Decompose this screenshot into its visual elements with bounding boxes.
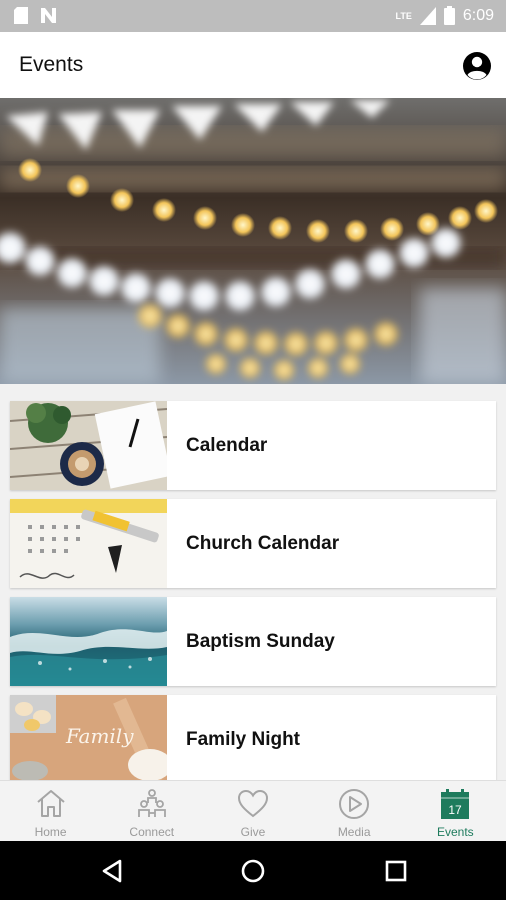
hero-image (0, 98, 506, 384)
home-circle-icon[interactable] (239, 857, 267, 885)
event-label: Family Night (186, 728, 301, 750)
nav-give[interactable]: Give (202, 781, 303, 842)
account-circle-icon[interactable] (462, 51, 492, 81)
recents-icon[interactable] (382, 857, 410, 885)
event-card-baptism-sunday[interactable]: Baptism Sunday (10, 597, 496, 686)
back-icon[interactable] (98, 857, 126, 885)
nav-label: Give (240, 825, 266, 839)
battery-icon (443, 6, 455, 25)
nav-label: Events (437, 825, 474, 839)
nav-label: Home (34, 825, 67, 839)
play-circle-icon (339, 789, 370, 819)
network-type: LTE (395, 10, 412, 21)
nav-media[interactable]: Media (304, 781, 405, 842)
nav-label: Media (337, 825, 371, 839)
event-card-calendar[interactable]: Calendar (10, 401, 496, 490)
nav-home[interactable]: Home (0, 781, 101, 842)
status-time: 6:09 (462, 6, 494, 24)
nav-events[interactable]: 17 Events (405, 781, 506, 842)
n-notification-icon (41, 8, 56, 23)
calendar-17-icon: 17 (441, 789, 470, 819)
events-list: Calendar Church Calendar Baptism Sunday … (0, 384, 506, 780)
page-title: Events (19, 53, 84, 76)
family-flour-eggs-photo: Family (10, 695, 167, 780)
app-bar: Events (0, 32, 506, 98)
sd-card-icon (14, 7, 28, 24)
calendar-day: 17 (449, 803, 463, 817)
status-bar: LTE 6:09 (0, 0, 506, 32)
event-label: Calendar (186, 434, 268, 456)
event-card-family-night[interactable]: Family Family Night (10, 695, 496, 780)
signal-icon (419, 6, 436, 25)
heart-icon (237, 789, 268, 818)
paper-calendar-marker-photo (10, 499, 167, 588)
event-label: Baptism Sunday (186, 630, 335, 652)
desk-notebook-coffee-photo (10, 401, 167, 490)
nav-label: Connect (129, 825, 175, 839)
ocean-wave-photo (10, 597, 167, 686)
bottom-navigation: Home Connect Give Media 17 Events (0, 780, 506, 841)
people-icon (137, 789, 166, 817)
system-navigation-bar (0, 841, 506, 900)
event-card-church-calendar[interactable]: Church Calendar (10, 499, 496, 588)
home-icon (36, 790, 65, 817)
event-label: Church Calendar (186, 532, 340, 554)
svg-text:Family: Family (65, 724, 134, 748)
nav-connect[interactable]: Connect (101, 781, 202, 842)
